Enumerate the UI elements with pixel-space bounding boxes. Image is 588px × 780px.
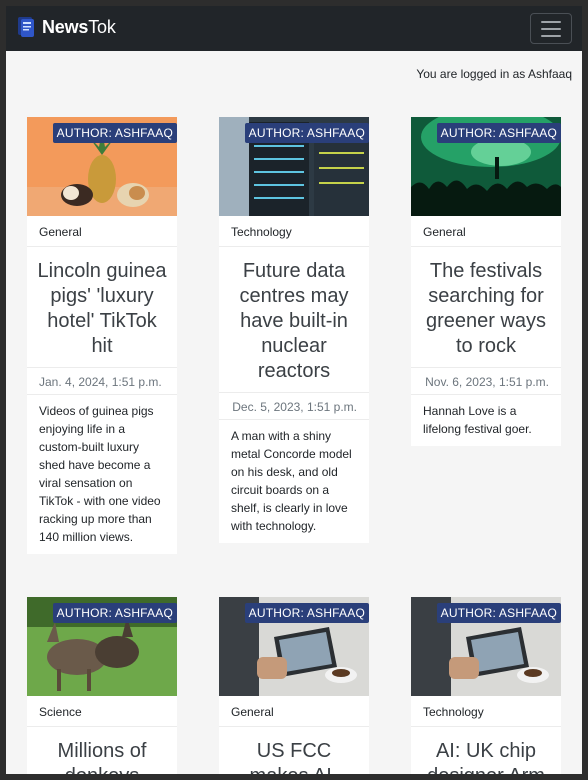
article-date: Jan. 4, 2024, 1:51 p.m. — [27, 368, 177, 395]
author-badge: AUTHOR: ASHFAAQ — [244, 603, 369, 623]
article-title[interactable]: AI: UK chip designer Arm — [411, 731, 561, 774]
hamburger-icon-bar — [541, 20, 561, 23]
article-description: Hannah Love is a lifelong festival goer. — [411, 395, 561, 446]
news-card[interactable]: AUTHOR: ASHFAAQ General The festivals se… — [411, 117, 561, 446]
news-card[interactable]: AUTHOR: ASHFAAQ Technology AI: UK chip d… — [411, 597, 561, 774]
article-title[interactable]: Future data centres may have built-in nu… — [219, 251, 369, 393]
news-card[interactable]: AUTHOR: ASHFAAQ Technology Future data c… — [219, 117, 369, 543]
category-label: Science — [27, 696, 177, 727]
news-card[interactable]: AUTHOR: ASHFAAQ General Lincoln guinea p… — [27, 117, 177, 554]
article-title[interactable]: US FCC makes AI- — [219, 731, 369, 774]
category-label: General — [219, 696, 369, 727]
newspaper-logo-icon — [18, 17, 34, 37]
hamburger-icon-bar — [541, 34, 561, 37]
main-content: You are logged in as Ashfaaq AUTHOR: ASH… — [6, 51, 582, 774]
article-date: Nov. 6, 2023, 1:51 p.m. — [411, 368, 561, 395]
article-date: Dec. 5, 2023, 1:51 p.m. — [219, 393, 369, 420]
author-badge: AUTHOR: ASHFAAQ — [52, 123, 177, 143]
browser-frame: NewsTok You are logged in as Ashfaaq AUT… — [0, 0, 588, 780]
news-card[interactable]: AUTHOR: ASHFAAQ General US FCC makes AI- — [219, 597, 369, 774]
category-label: Technology — [411, 696, 561, 727]
news-card[interactable]: AUTHOR: ASHFAAQ Science Millions of donk… — [27, 597, 177, 774]
login-status: You are logged in as Ashfaaq — [416, 67, 572, 81]
article-description: Videos of guinea pigs enjoying life in a… — [27, 395, 177, 554]
article-title[interactable]: The festivals searching for greener ways… — [411, 251, 561, 368]
article-title[interactable]: Lincoln guinea pigs' 'luxury hotel' TikT… — [27, 251, 177, 368]
navbar: NewsTok — [6, 6, 582, 51]
author-badge: AUTHOR: ASHFAAQ — [52, 603, 177, 623]
category-label: General — [411, 216, 561, 247]
article-description: A man with a shiny metal Concorde model … — [219, 420, 369, 543]
hamburger-icon-bar — [541, 27, 561, 30]
category-label: General — [27, 216, 177, 247]
author-badge: AUTHOR: ASHFAAQ — [436, 123, 561, 143]
category-label: Technology — [219, 216, 369, 247]
brand-name: NewsTok — [42, 16, 116, 37]
article-title[interactable]: Millions of donkeys — [27, 731, 177, 774]
menu-toggle-button[interactable] — [530, 13, 572, 44]
author-badge: AUTHOR: ASHFAAQ — [244, 123, 369, 143]
brand-link[interactable]: NewsTok — [16, 15, 116, 39]
author-badge: AUTHOR: ASHFAAQ — [436, 603, 561, 623]
